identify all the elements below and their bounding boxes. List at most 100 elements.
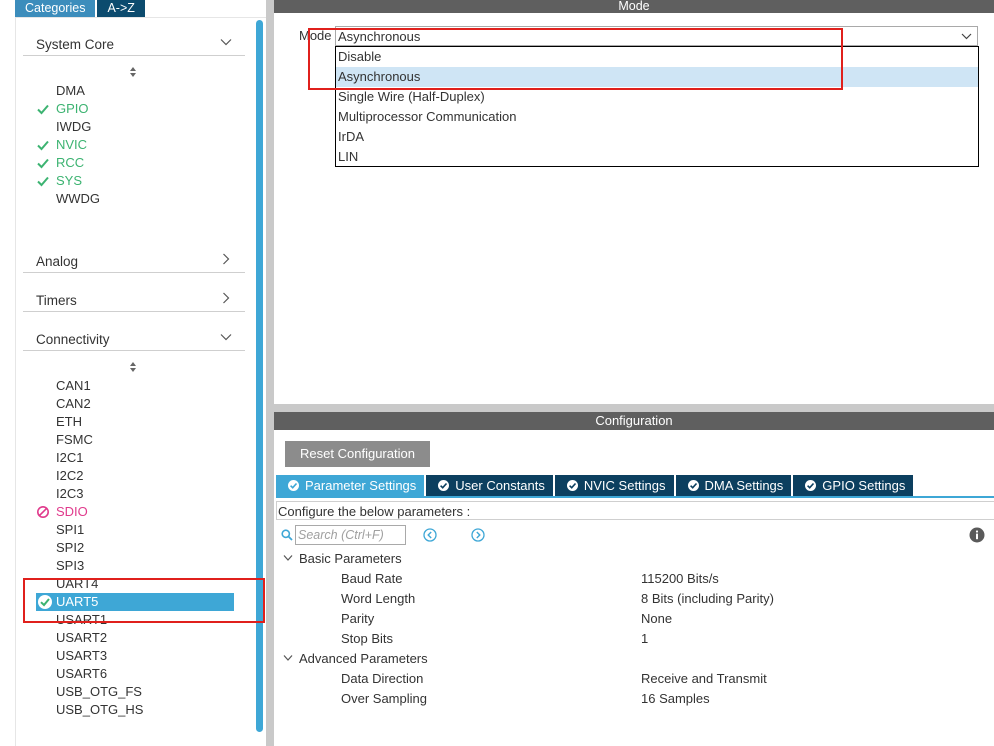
- tab-label: GPIO Settings: [822, 478, 906, 493]
- chevron-down-icon: [283, 555, 293, 561]
- tab-user-constants[interactable]: User Constants: [426, 475, 553, 496]
- item-rcc[interactable]: RCC: [56, 154, 84, 172]
- item-gpio[interactable]: GPIO: [56, 100, 89, 118]
- sort-icon[interactable]: [128, 361, 138, 373]
- configuration-panel-title: Configuration: [274, 412, 994, 430]
- item-sys[interactable]: SYS: [56, 172, 82, 190]
- param-value[interactable]: 16 Samples: [641, 690, 710, 708]
- item-usart6[interactable]: USART6: [56, 665, 107, 683]
- item-dma[interactable]: DMA: [56, 82, 85, 100]
- check-circle-icon: [566, 480, 578, 491]
- sort-icon[interactable]: [128, 66, 138, 78]
- param-name: Baud Rate: [341, 571, 403, 586]
- tab-dma-settings[interactable]: DMA Settings: [675, 475, 792, 496]
- item-usb-otg-hs[interactable]: USB_OTG_HS: [56, 701, 143, 719]
- item-usart3[interactable]: USART3: [56, 647, 107, 665]
- section-label: Connectivity: [36, 332, 110, 347]
- mode-label: Mode: [299, 28, 332, 43]
- section-system-core[interactable]: System Core: [23, 30, 245, 56]
- item-spi3[interactable]: SPI3: [56, 557, 84, 575]
- item-spi2[interactable]: SPI2: [56, 539, 84, 557]
- vertical-splitter[interactable]: [266, 0, 274, 746]
- tab-parameter-settings[interactable]: Parameter Settings: [276, 475, 425, 496]
- item-i2c1[interactable]: I2C1: [56, 449, 83, 467]
- item-wwdg[interactable]: WWDG: [56, 190, 100, 208]
- chevron-right-icon: [223, 253, 230, 265]
- section-label: Analog: [36, 254, 79, 269]
- check-icon: [37, 176, 49, 187]
- group-advanced-parameters[interactable]: Advanced Parameters: [283, 650, 428, 668]
- horizontal-splitter[interactable]: [274, 404, 994, 412]
- item-usb-otg-fs[interactable]: USB_OTG_FS: [56, 683, 142, 701]
- chevron-down-icon: [283, 655, 293, 661]
- tab-label: User Constants: [455, 478, 545, 493]
- item-eth[interactable]: ETH: [56, 413, 82, 431]
- configuration-subtitle: Configure the below parameters :: [278, 504, 471, 519]
- chevron-down-icon: [961, 33, 972, 40]
- search-input[interactable]: [295, 525, 406, 545]
- mode-option-single-wire[interactable]: Single Wire (Half-Duplex): [336, 87, 978, 107]
- param-value[interactable]: Receive and Transmit: [641, 670, 767, 688]
- search-icon: [281, 529, 293, 541]
- group-basic-parameters[interactable]: Basic Parameters: [283, 550, 402, 568]
- section-analog[interactable]: Analog: [23, 247, 245, 273]
- item-uart4[interactable]: UART4: [56, 575, 98, 593]
- item-fsmc[interactable]: FSMC: [56, 431, 93, 449]
- check-circle-icon: [805, 480, 817, 491]
- mode-select[interactable]: Asynchronous: [335, 26, 978, 46]
- check-circle-icon: [288, 480, 299, 491]
- check-circle-icon: [438, 480, 450, 491]
- tab-label: Parameter Settings: [305, 478, 417, 493]
- param-name: Data Direction: [341, 671, 424, 686]
- item-nvic[interactable]: NVIC: [56, 136, 87, 154]
- tab-categories[interactable]: Categories: [15, 0, 96, 17]
- chevron-down-icon: [220, 334, 232, 341]
- mode-option-multiprocessor[interactable]: Multiprocessor Communication: [336, 107, 978, 127]
- item-iwdg[interactable]: IWDG: [56, 118, 91, 136]
- next-match-icon[interactable]: [471, 528, 485, 542]
- mode-option-disable[interactable]: Disable: [336, 47, 978, 67]
- tab-gpio-settings[interactable]: GPIO Settings: [793, 475, 914, 496]
- mode-option-lin[interactable]: LIN: [336, 147, 978, 167]
- param-name: Word Length: [341, 591, 416, 606]
- param-name: Stop Bits: [341, 631, 394, 646]
- item-can2[interactable]: CAN2: [56, 395, 91, 413]
- param-value[interactable]: 1: [641, 630, 648, 648]
- section-label: Timers: [36, 293, 77, 308]
- item-uart5-selected[interactable]: UART5: [36, 593, 234, 611]
- categories-frame: [15, 17, 266, 746]
- check-icon: [37, 158, 49, 169]
- configuration-tabs: Parameter Settings User Constants NVIC S…: [276, 475, 915, 496]
- tabs-underline: [276, 496, 994, 498]
- group-label: Advanced Parameters: [299, 651, 428, 666]
- item-sdio[interactable]: SDIO: [56, 503, 88, 521]
- previous-match-icon[interactable]: [423, 528, 437, 542]
- tab-label: DMA Settings: [704, 478, 784, 493]
- mode-option-asynchronous[interactable]: Asynchronous: [336, 67, 978, 87]
- section-connectivity[interactable]: Connectivity: [23, 325, 245, 351]
- section-label: System Core: [36, 37, 115, 52]
- mode-option-irda[interactable]: IrDA: [336, 127, 978, 147]
- forbidden-icon: [37, 506, 49, 518]
- item-spi1[interactable]: SPI1: [56, 521, 84, 539]
- reset-configuration-button[interactable]: Reset Configuration: [285, 441, 430, 467]
- item-i2c2[interactable]: I2C2: [56, 467, 83, 485]
- item-i2c3[interactable]: I2C3: [56, 485, 83, 503]
- item-usart1[interactable]: USART1: [56, 611, 107, 629]
- param-value[interactable]: None: [641, 610, 672, 628]
- param-name: Over Sampling: [341, 691, 427, 706]
- section-timers[interactable]: Timers: [23, 286, 245, 312]
- mode-select-value: Asynchronous: [338, 29, 421, 44]
- param-value[interactable]: 115200 Bits/s: [641, 570, 719, 588]
- item-can1[interactable]: CAN1: [56, 377, 91, 395]
- tab-nvic-settings[interactable]: NVIC Settings: [554, 475, 674, 496]
- item-uart5-label: UART5: [56, 594, 99, 609]
- chevron-down-icon: [220, 39, 232, 46]
- configuration-subtitle-bar: Configure the below parameters :: [276, 501, 994, 520]
- tab-a-to-z[interactable]: A->Z: [97, 0, 145, 17]
- mode-dropdown-list: Disable Asynchronous Single Wire (Half-D…: [335, 46, 979, 167]
- categories-scrollbar[interactable]: [256, 20, 263, 732]
- item-usart2[interactable]: USART2: [56, 629, 107, 647]
- info-icon[interactable]: [969, 527, 985, 543]
- param-value[interactable]: 8 Bits (including Parity): [641, 590, 774, 608]
